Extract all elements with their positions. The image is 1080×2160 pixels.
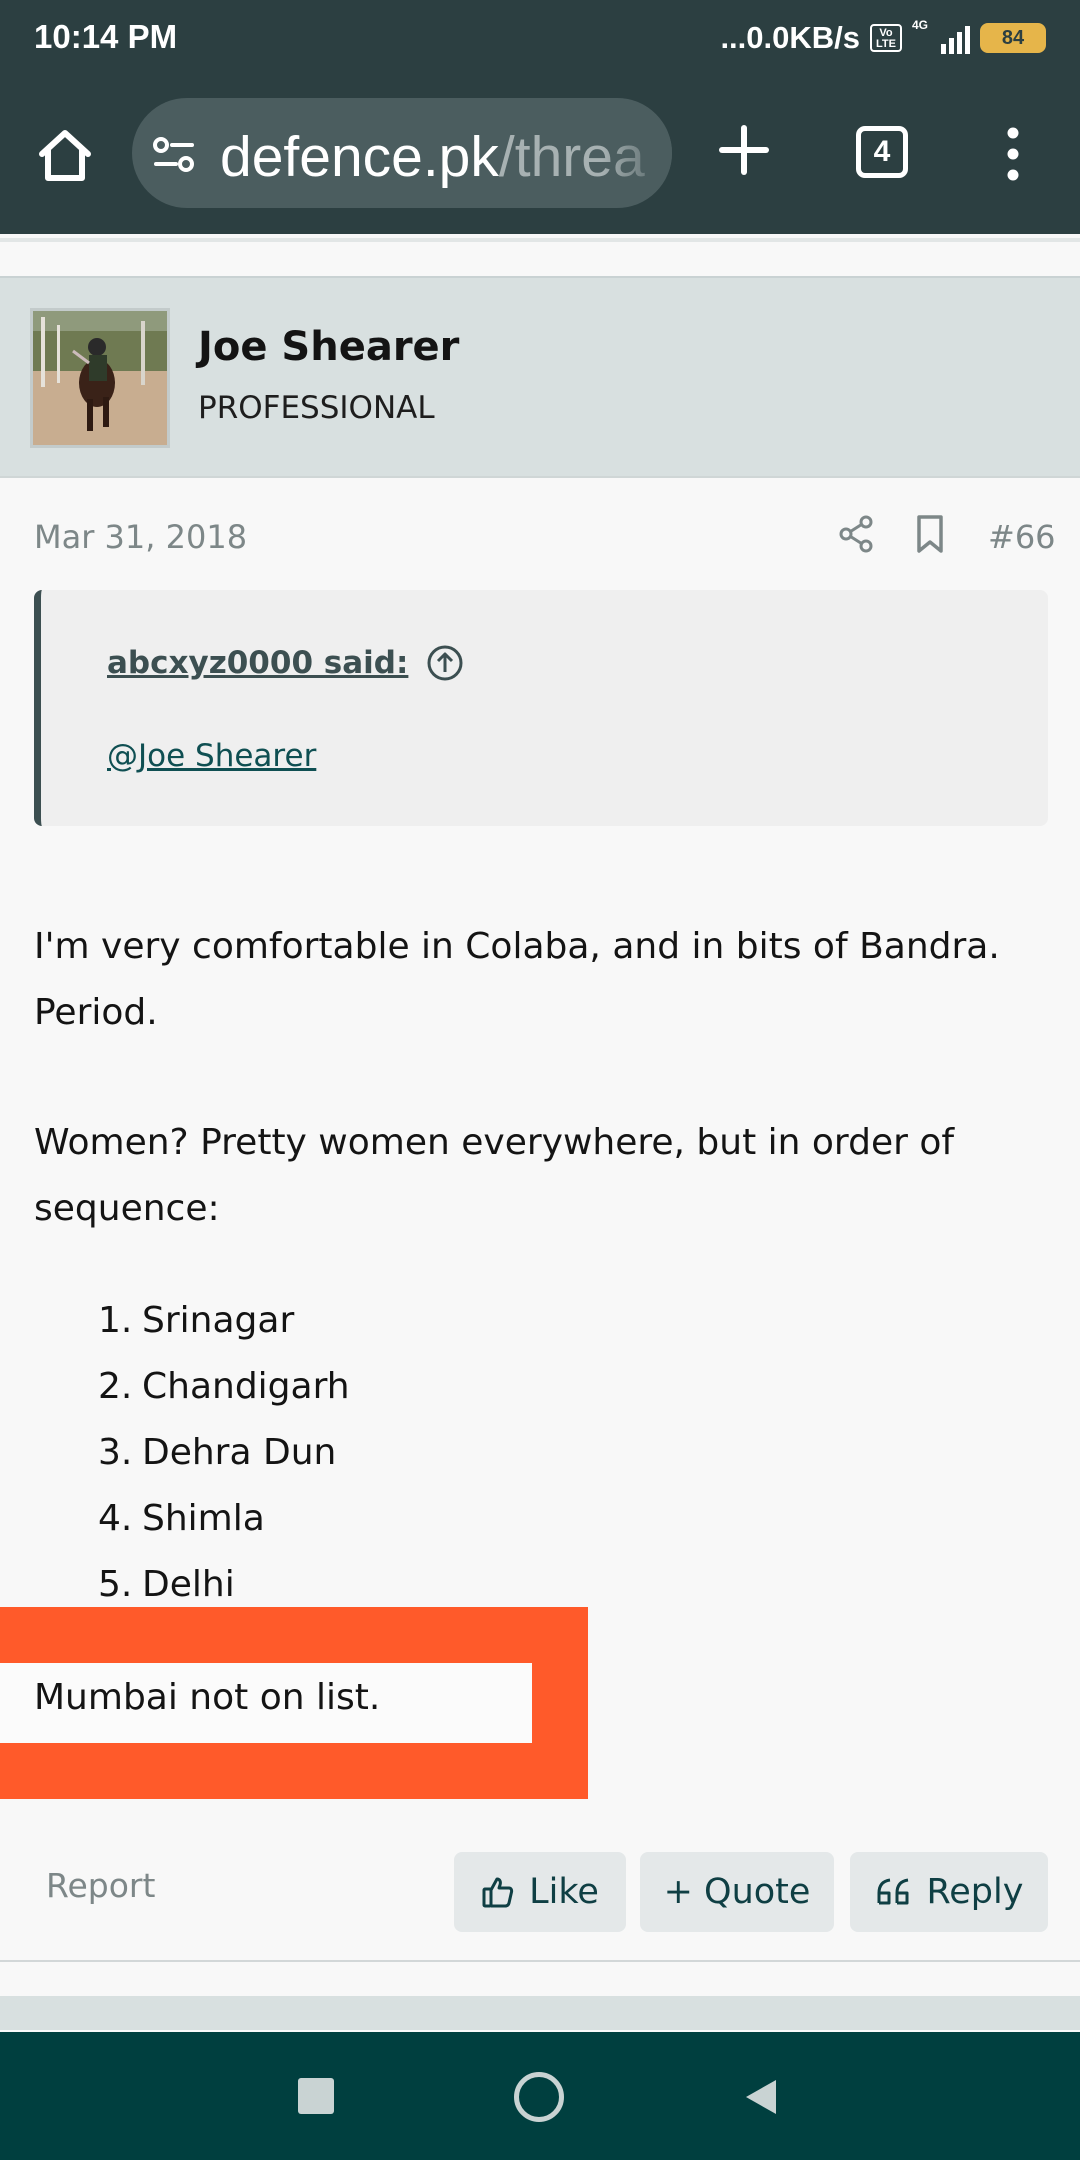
plus-icon[interactable] [718,124,770,176]
signal-icon: 4G [912,18,970,58]
post-number[interactable]: #66 [988,518,1056,556]
quoted-message: abcxyz0000 said: @Joe Shearer [34,590,1048,826]
list-item: 2. Chandigarh [98,1366,350,1407]
list-item: 1. Srinagar [98,1300,295,1341]
list-item: 3. Dehra Dun [98,1432,337,1473]
highlight-inner: Mumbai not on list. [0,1663,532,1743]
recents-icon[interactable] [298,2078,334,2114]
quote-author-label[interactable]: abcxyz0000 said: [107,645,408,681]
highlighted-text: Mumbai not on list. [34,1677,381,1718]
status-indicators: ...0.0KB/s Vo LTE 4G 84 [720,16,1046,60]
quote-marks-icon [877,1878,909,1905]
next-post-edge [0,1996,1080,2030]
more-vert-icon[interactable] [998,126,1028,182]
bookmark-icon[interactable] [914,514,946,554]
tab-switcher-button[interactable]: 4 [856,126,908,178]
post-author[interactable]: Joe Shearer [198,324,459,370]
forum-post: Joe Shearer PROFESSIONAL Mar 31, 2018 #6… [0,276,1080,1962]
list-item: 4. Shimla [98,1498,265,1539]
battery-level: 84 [1001,27,1025,49]
network-speed: ...0.0KB/s [720,20,860,55]
like-label: Like [529,1872,599,1912]
network-type: 4G [912,18,929,32]
report-link[interactable]: Report [46,1866,155,1905]
status-time: 10:14 PM [34,18,178,55]
site-settings-icon[interactable] [152,134,196,174]
like-button[interactable]: Like [454,1852,626,1932]
divider [0,238,1080,242]
avatar[interactable] [30,308,170,448]
quote-author[interactable]: abcxyz0000 said: [107,644,464,682]
author-rank: PROFESSIONAL [198,390,435,426]
share-icon[interactable] [836,514,876,554]
post-header: Joe Shearer PROFESSIONAL [0,278,1080,478]
reply-label: Reply [926,1872,1024,1912]
home-icon[interactable] [36,126,94,184]
highlight-annotation: Mumbai not on list. [0,1607,588,1799]
status-bar: 10:14 PM ...0.0KB/s Vo LTE 4G 84 [0,0,1080,76]
navigation-bar [0,2032,1080,2160]
quote-mention-link[interactable]: @Joe Shearer [107,738,316,774]
back-icon[interactable] [744,2078,778,2116]
post-paragraph-2: Women? Pretty women everywhere, but in o… [34,1122,955,1229]
browser-toolbar: defence.pk/threa 4 [0,76,1080,234]
url-text[interactable]: defence.pk/threa [220,124,645,190]
arrow-up-circle-icon[interactable] [426,644,464,682]
volte-icon: Vo LTE [870,24,902,52]
battery-icon: 84 [980,23,1046,53]
url-host: defence.pk [220,125,499,189]
url-bar[interactable]: defence.pk/threa [132,98,672,208]
quote-label: + Quote [663,1872,811,1912]
reply-button[interactable]: Reply [850,1852,1048,1932]
quote-button[interactable]: + Quote [640,1852,834,1932]
thumbs-up-icon [482,1877,514,1908]
post-paragraph-1: I'm very comfortable in Colaba, and in b… [34,926,1000,1033]
post-date[interactable]: Mar 31, 2018 [34,518,247,556]
home-circle-icon[interactable] [514,2072,564,2122]
city-list: 1. Srinagar 2. Chandigarh 3. Dehra Dun 4. Sh… [98,1288,350,1618]
avatar-image [33,311,167,445]
